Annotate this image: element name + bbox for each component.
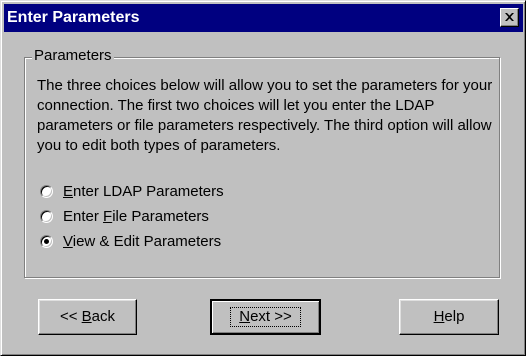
back-button[interactable]: << Back [38,299,137,335]
next-button[interactable]: Next >> [210,299,321,335]
title-bar[interactable]: Enter Parameters [4,4,523,32]
radio-button[interactable] [40,185,53,198]
radio-button-selected[interactable] [40,235,53,248]
focus-rectangle: Next >> [230,307,301,327]
dialog-title: Enter Parameters [7,9,140,26]
close-button[interactable] [500,8,519,27]
description-text: The three choices below will allow you t… [37,77,493,154]
radio-button[interactable] [40,210,53,223]
radio-selected-dot [44,239,49,244]
groupbox-label: Parameters [32,47,114,65]
close-icon [505,13,514,21]
help-button[interactable]: Help [399,299,499,335]
radio-label-view-edit: View & Edit Parameters [63,233,222,250]
radio-label-enter-ldap: Enter LDAP Parameters [63,183,224,200]
radio-label-enter-file: Enter File Parameters [63,208,209,225]
